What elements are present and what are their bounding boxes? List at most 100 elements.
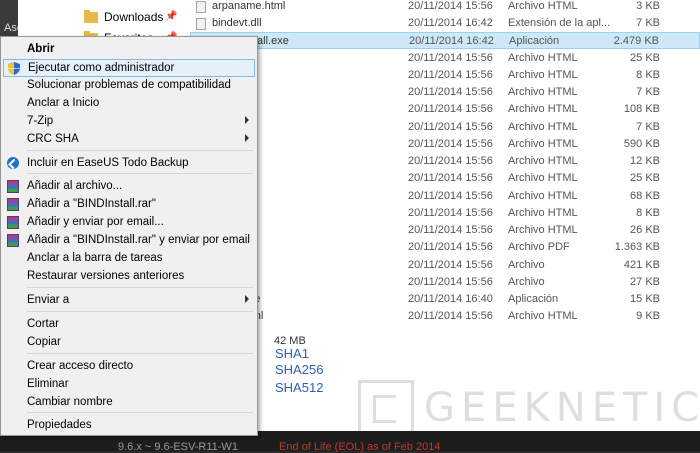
file-date: 20/11/2014 15:56 <box>408 190 493 202</box>
file-date: 20/11/2014 15:56 <box>408 310 493 322</box>
menu-item-label: Añadir a "BINDInstall.rar" y enviar por … <box>27 234 250 246</box>
file-row[interactable]: ...01.html20/11/2014 15:56Archivo HTML25… <box>190 50 700 67</box>
file-type: Archivo HTML <box>508 121 578 133</box>
file-row[interactable]: ...08.html20/11/2014 15:56Archivo HTML25… <box>190 170 700 187</box>
file-size: 68 KB <box>630 190 660 202</box>
menu-item-add-and-email[interactable]: Añadir y enviar por email... <box>3 214 255 232</box>
file-type: Archivo HTML <box>508 52 578 64</box>
file-size: 25 KB <box>630 52 660 64</box>
file-size: 8 KB <box>636 207 660 219</box>
menu-item-easeus-backup[interactable]: Incluir en EaseUS Todo Backup <box>3 155 255 173</box>
file-type: Archivo HTML <box>508 86 578 98</box>
menu-item-crc-sha[interactable]: CRC SHA <box>3 131 255 149</box>
file-type: Aplicación <box>509 35 560 47</box>
file-date: 20/11/2014 15:56 <box>408 121 493 133</box>
watermark-text: GEEKNETIC <box>424 385 700 431</box>
file-row[interactable]: BINDInstall.exe20/11/2014 16:42Aplicació… <box>190 32 700 49</box>
menu-item-7zip[interactable]: 7-Zip <box>3 113 255 131</box>
file-row[interactable]: ...02.html20/11/2014 15:56Archivo HTML8 … <box>190 67 700 84</box>
menu-item-label: Anclar a la barra de tareas <box>27 252 163 264</box>
file-row[interactable]: bindevt.dll 20/11/2014 16:42 Extensión de … <box>190 15 700 32</box>
menu-item-run-as-admin[interactable]: Ejecutar como administrador <box>3 59 255 77</box>
menu-item-label: Propiedades <box>27 419 92 431</box>
file-row[interactable]: ...07.html20/11/2014 15:56Archivo HTML12… <box>190 153 700 170</box>
file-date: 20/11/2014 15:56 <box>408 224 493 236</box>
submenu-arrow-icon <box>245 116 249 124</box>
menu-item-rename[interactable]: Cambiar nombre <box>3 394 255 412</box>
file-row[interactable]: ...ml20/11/2014 15:56Archivo HTML26 KB <box>190 222 700 239</box>
menu-item-cut[interactable]: Cortar <box>3 316 255 334</box>
sha512-link[interactable]: SHA512 <box>275 380 323 395</box>
file-size: 7 KB <box>636 121 660 133</box>
file-row[interactable]: ...df20/11/2014 15:56Archivo PDF1.363 KB <box>190 239 700 256</box>
geeknetic-watermark: GEEKNETIC <box>358 380 700 436</box>
file-date: 20/11/2014 16:42 <box>408 17 493 29</box>
file-row[interactable]: 20/11/2014 15:56 Archivo 421 KB <box>190 257 700 274</box>
menu-item-pin-to-start[interactable]: Anclar a Inicio <box>3 95 255 113</box>
file-row[interactable]: ...10.html20/11/2014 15:56Archivo HTML8 … <box>190 205 700 222</box>
file-date: 20/11/2014 16:42 <box>409 35 494 47</box>
file-row[interactable]: ...04.html20/11/2014 15:56Archivo HTML10… <box>190 101 700 118</box>
file-size: 27 KB <box>630 276 660 288</box>
pin-icon[interactable]: 📌 <box>165 11 177 22</box>
menu-separator <box>27 287 253 288</box>
file-name: bindevt.dll <box>212 17 262 29</box>
menu-item-label: Añadir al archivo... <box>27 180 123 192</box>
file-date: 20/11/2014 16:40 <box>408 293 493 305</box>
file-row[interactable]: ...06.html20/11/2014 15:56Archivo HTML59… <box>190 136 700 153</box>
file-type: Archivo <box>508 259 545 271</box>
file-type: Archivo HTML <box>508 138 578 150</box>
menu-item-add-to-rar[interactable]: Añadir a "BINDInstall.rar" <box>3 196 255 214</box>
file-type: Archivo HTML <box>508 69 578 81</box>
menu-item-restore-previous-versions[interactable]: Restaurar versiones anteriores <box>3 268 255 286</box>
folder-icon <box>84 9 98 23</box>
file-type: Archivo HTML <box>508 155 578 167</box>
menu-item-label: Enviar a <box>27 294 70 306</box>
winrar-icon <box>7 216 19 229</box>
file-row[interactable]: ...09.html20/11/2014 15:56Archivo HTML68… <box>190 188 700 205</box>
menu-item-label: Abrir <box>27 43 55 55</box>
menu-item-troubleshoot-compat[interactable]: Solucionar problemas de compatibilidad <box>3 77 255 95</box>
menu-item-copy[interactable]: Copiar <box>3 334 255 352</box>
file-size: 7 KB <box>636 86 660 98</box>
file-row[interactable]: ...03.html20/11/2014 15:56Archivo HTML7 … <box>190 84 700 101</box>
version-text: 9.6.x ~ 9.6-ESV-R11-W1 <box>118 441 238 453</box>
file-size: 421 KB <box>623 259 660 271</box>
file-row[interactable]: arpaname.html 20/11/2014 15:56 Archivo HTM… <box>190 0 700 15</box>
menu-item-label: 7-Zip <box>27 115 54 127</box>
menu-item-label: Incluir en EaseUS Todo Backup <box>27 157 189 169</box>
sha256-link[interactable]: SHA256 <box>275 362 323 377</box>
context-menu: Abrir Ejecutar como administrador Solucion… <box>0 36 258 436</box>
menu-item-label: Restaurar versiones anteriores <box>27 270 185 282</box>
file-type: Archivo HTML <box>508 310 578 322</box>
menu-item-label: Eliminar <box>27 378 69 390</box>
easeus-icon <box>7 157 19 169</box>
sha1-link[interactable]: SHA1 <box>275 346 309 361</box>
menu-item-label: Crear acceso directo <box>27 360 134 372</box>
file-date: 20/11/2014 15:56 <box>408 0 493 12</box>
file-date: 20/11/2014 15:56 <box>408 259 493 271</box>
file-row[interactable]: ...gen.html20/11/2014 15:56Archivo HTML9… <box>190 308 700 325</box>
file-size: 9 KB <box>636 310 660 322</box>
file-size: 7 KB <box>636 17 660 29</box>
file-row[interactable]: ...T20/11/2014 15:56Archivo27 KB <box>190 274 700 291</box>
nav-item-downloads[interactable]: Downloads <box>84 7 163 27</box>
file-size: 3 KB <box>636 0 660 12</box>
file-row[interactable]: ...gen.exe20/11/2014 16:40Aplicación15 K… <box>190 291 700 308</box>
menu-item-label: CRC SHA <box>27 133 79 145</box>
status-size: 42 MB <box>274 335 306 347</box>
menu-item-open[interactable]: Abrir <box>3 41 255 59</box>
file-name: arpaname.html <box>212 0 286 12</box>
menu-item-pin-to-taskbar[interactable]: Anclar a la barra de tareas <box>3 250 255 268</box>
winrar-icon <box>7 198 19 211</box>
menu-item-add-to-archive[interactable]: Añadir al archivo... <box>3 178 255 196</box>
menu-item-properties[interactable]: Propiedades <box>3 417 255 435</box>
menu-item-delete[interactable]: Eliminar <box>3 376 255 394</box>
file-row[interactable]: ...05.html20/11/2014 15:56Archivo HTML7 … <box>190 119 700 136</box>
menu-separator <box>27 150 253 151</box>
file-type: Archivo <box>508 276 545 288</box>
menu-item-create-shortcut[interactable]: Crear acceso directo <box>3 358 255 376</box>
menu-item-label: Añadir a "BINDInstall.rar" <box>27 198 156 210</box>
menu-item-send-to[interactable]: Enviar a <box>3 292 255 310</box>
menu-item-add-to-rar-and-email[interactable]: Añadir a "BINDInstall.rar" y enviar por … <box>3 232 255 250</box>
